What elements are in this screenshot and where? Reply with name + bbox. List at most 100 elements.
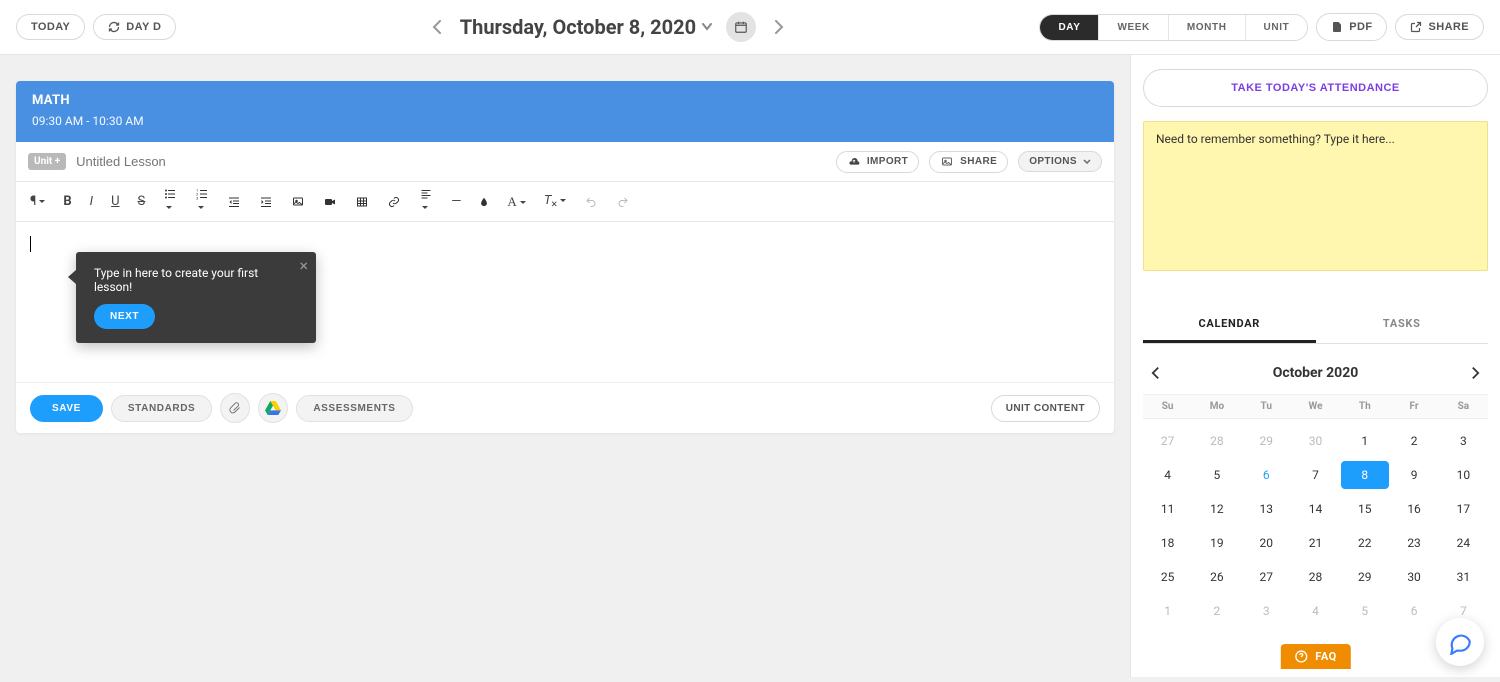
tb-link[interactable] xyxy=(387,196,401,208)
tooltip-close[interactable]: × xyxy=(299,256,308,275)
tb-redo[interactable] xyxy=(616,196,630,208)
view-day[interactable]: DAY xyxy=(1040,15,1098,40)
pdf-button[interactable]: PDF xyxy=(1316,13,1387,41)
tb-paragraph[interactable]: ¶ xyxy=(30,194,45,209)
cal-day[interactable]: 15 xyxy=(1340,495,1389,523)
tab-calendar[interactable]: CALENDAR xyxy=(1143,307,1316,343)
cal-day[interactable]: 5 xyxy=(1192,461,1241,489)
tb-undo[interactable] xyxy=(584,196,598,208)
file-icon xyxy=(1331,20,1343,34)
options-button[interactable]: OPTIONS xyxy=(1018,151,1102,172)
cal-dow-cell: Tu xyxy=(1242,395,1291,418)
cal-day[interactable]: 2 xyxy=(1192,597,1241,625)
gdrive-button[interactable] xyxy=(258,393,288,423)
cal-day[interactable]: 11 xyxy=(1143,495,1192,523)
sticky-note[interactable]: Need to remember something? Type it here… xyxy=(1143,121,1488,271)
cal-day[interactable]: 26 xyxy=(1192,563,1241,591)
tb-indent[interactable] xyxy=(259,196,273,208)
tb-color[interactable] xyxy=(479,195,489,209)
cal-day[interactable]: 9 xyxy=(1389,461,1438,489)
cal-day[interactable]: 4 xyxy=(1143,461,1192,489)
cal-day[interactable]: 14 xyxy=(1291,495,1340,523)
tb-ol[interactable]: 123 xyxy=(195,188,209,215)
cal-day[interactable]: 13 xyxy=(1242,495,1291,523)
cal-day[interactable]: 30 xyxy=(1291,427,1340,455)
assessments-button[interactable]: ASSESSMENTS xyxy=(296,395,412,422)
tb-outdent[interactable] xyxy=(227,196,241,208)
tb-underline[interactable]: U xyxy=(111,194,119,209)
tb-ul[interactable] xyxy=(163,188,177,215)
cal-prev[interactable] xyxy=(1143,362,1168,384)
cal-dow-cell: Mo xyxy=(1192,395,1241,418)
cal-day[interactable]: 6 xyxy=(1389,597,1438,625)
chat-widget[interactable] xyxy=(1436,618,1484,666)
cal-day[interactable]: 18 xyxy=(1143,529,1192,557)
date-title[interactable]: Thursday, October 8, 2020 xyxy=(460,15,712,39)
attachment-button[interactable] xyxy=(220,393,250,423)
cal-next[interactable] xyxy=(1463,362,1488,384)
import-button[interactable]: IMPORT xyxy=(836,151,919,173)
view-month[interactable]: MONTH xyxy=(1168,15,1245,40)
dayd-button[interactable]: DAY D xyxy=(93,14,176,40)
tb-table[interactable] xyxy=(355,196,369,208)
cal-day[interactable]: 16 xyxy=(1389,495,1438,523)
cal-day[interactable]: 21 xyxy=(1291,529,1340,557)
tb-italic[interactable]: I xyxy=(90,194,93,209)
cal-day[interactable]: 12 xyxy=(1192,495,1241,523)
cal-day[interactable]: 28 xyxy=(1192,427,1241,455)
cal-day[interactable]: 28 xyxy=(1291,563,1340,591)
cal-dow-cell: We xyxy=(1291,395,1340,418)
tb-strike[interactable]: S xyxy=(138,194,146,209)
cal-day[interactable]: 24 xyxy=(1439,529,1488,557)
cal-day[interactable]: 7 xyxy=(1291,461,1340,489)
cal-day[interactable]: 8 xyxy=(1341,461,1389,489)
cal-day[interactable]: 27 xyxy=(1143,427,1192,455)
unit-content-button[interactable]: UNIT CONTENT xyxy=(991,395,1100,422)
lesson-editor[interactable]: × Type in here to create your first less… xyxy=(16,222,1114,382)
cal-day[interactable]: 6 xyxy=(1242,461,1291,489)
date-next-button[interactable] xyxy=(770,18,788,36)
tb-bold[interactable]: B xyxy=(63,194,71,209)
view-week[interactable]: WEEK xyxy=(1098,15,1167,40)
cal-day[interactable]: 27 xyxy=(1242,563,1291,591)
tab-tasks[interactable]: TASKS xyxy=(1316,307,1489,343)
attendance-button[interactable]: TAKE TODAY'S ATTENDANCE xyxy=(1143,69,1488,107)
tb-image[interactable] xyxy=(291,196,305,208)
lesson-header[interactable]: MATH 09:30 AM - 10:30 AM xyxy=(16,81,1114,142)
share-button-top[interactable]: SHARE xyxy=(1395,14,1484,40)
cal-day[interactable]: 23 xyxy=(1389,529,1438,557)
cal-day[interactable]: 20 xyxy=(1242,529,1291,557)
faq-button[interactable]: FAQ xyxy=(1280,644,1350,669)
cal-day[interactable]: 3 xyxy=(1242,597,1291,625)
unit-chip[interactable]: Unit + xyxy=(28,153,66,170)
cal-day[interactable]: 30 xyxy=(1389,563,1438,591)
standards-button[interactable]: STANDARDS xyxy=(111,395,212,422)
cal-day[interactable]: 19 xyxy=(1192,529,1241,557)
tb-font[interactable]: A xyxy=(507,194,525,210)
date-prev-button[interactable] xyxy=(428,18,446,36)
cal-day[interactable]: 29 xyxy=(1340,563,1389,591)
tooltip-next-button[interactable]: NEXT xyxy=(94,304,155,329)
today-button[interactable]: TODAY xyxy=(16,14,85,40)
cal-day[interactable]: 25 xyxy=(1143,563,1192,591)
save-button[interactable]: SAVE xyxy=(30,395,103,422)
cal-day[interactable]: 22 xyxy=(1340,529,1389,557)
cal-day[interactable]: 10 xyxy=(1439,461,1488,489)
tb-hr[interactable]: — xyxy=(451,194,461,209)
date-calendar-button[interactable] xyxy=(726,12,756,42)
cal-day[interactable]: 5 xyxy=(1340,597,1389,625)
cal-day[interactable]: 4 xyxy=(1291,597,1340,625)
cal-day[interactable]: 1 xyxy=(1143,597,1192,625)
tb-clearformat[interactable]: T× xyxy=(544,193,566,211)
cal-day[interactable]: 31 xyxy=(1439,563,1488,591)
cal-day[interactable]: 2 xyxy=(1389,427,1438,455)
lesson-title-input[interactable] xyxy=(76,150,826,173)
cal-day[interactable]: 29 xyxy=(1242,427,1291,455)
view-unit[interactable]: UNIT xyxy=(1245,15,1308,40)
cal-day[interactable]: 17 xyxy=(1439,495,1488,523)
tb-video[interactable] xyxy=(323,196,337,208)
cal-day[interactable]: 3 xyxy=(1439,427,1488,455)
share-lesson-button[interactable]: SHARE xyxy=(929,151,1008,173)
tb-align[interactable] xyxy=(419,188,433,215)
cal-day[interactable]: 1 xyxy=(1340,427,1389,455)
